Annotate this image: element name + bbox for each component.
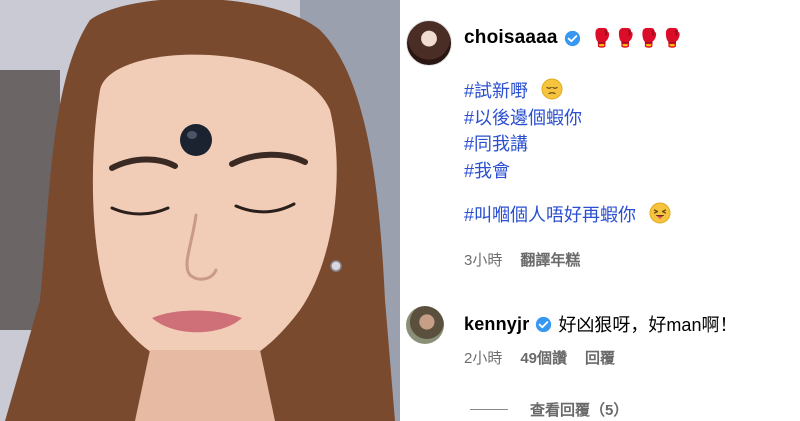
reply-likes[interactable]: 49個讚 xyxy=(520,347,567,368)
pensive-face-emoji-icon xyxy=(541,78,563,100)
view-replies-line xyxy=(470,409,508,410)
boxing-glove-icon: 🥊 xyxy=(590,28,614,48)
author-username[interactable]: choisaaaa xyxy=(464,27,558,49)
caption-line: #以後邊個蝦你 xyxy=(464,105,671,132)
boxing-glove-icon: 🥊 xyxy=(660,28,684,48)
selfie-illustration xyxy=(0,0,400,421)
post-caption: #試新嘢 #以後邊個蝦你 #同我講 #我會 #叫嗰個人唔好再蝦你 xyxy=(464,78,671,229)
verified-badge-icon xyxy=(564,30,580,46)
verified-badge-icon xyxy=(536,316,552,332)
hashtag-link[interactable]: #同我講 xyxy=(464,134,528,154)
translate-button[interactable]: 翻譯年糕 xyxy=(520,249,580,270)
reply-text: 好凶狠呀，好man啊！ xyxy=(558,315,738,335)
post-meta: 3小時 翻譯年糕 xyxy=(464,249,580,270)
reply-username[interactable]: kennyjr xyxy=(464,314,529,335)
hashtag-link[interactable]: #我會 xyxy=(464,161,510,181)
comments-panel: choisaaaa 🥊 🥊 🥊 🥊 #試新嘢 #以後邊個蝦你 #同我講 #我會 xyxy=(400,0,800,421)
boxing-gloves: 🥊 🥊 🥊 🥊 xyxy=(591,29,684,47)
view-replies-button[interactable]: 查看回覆（5） xyxy=(470,399,628,420)
boxing-glove-icon: 🥊 xyxy=(637,28,660,48)
post-time: 3小時 xyxy=(464,252,503,269)
reply-time: 2小時 xyxy=(464,350,503,367)
author-avatar[interactable] xyxy=(406,20,452,66)
view-replies-label: 查看回覆（5） xyxy=(530,402,629,419)
caption-line: #試新嘢 xyxy=(464,78,671,105)
reply-comment: kennyjr 好凶狠呀，好man啊！ xyxy=(464,311,737,337)
caption-line: #同我講 xyxy=(464,131,671,158)
hashtag-link[interactable]: #叫嗰個人唔好再蝦你 xyxy=(464,205,636,225)
hashtag-link[interactable]: #試新嘢 xyxy=(464,81,528,101)
winking-tongue-face-emoji-icon xyxy=(649,202,671,224)
reply-meta: 2小時 49個讚 回覆 xyxy=(464,347,615,368)
caption-line: #叫嗰個人唔好再蝦你 xyxy=(464,202,671,229)
boxing-glove-icon: 🥊 xyxy=(614,28,637,48)
reply-button[interactable]: 回覆 xyxy=(585,347,615,368)
hashtag-link[interactable]: #以後邊個蝦你 xyxy=(464,108,582,128)
post-photo xyxy=(0,0,400,421)
reply-avatar[interactable] xyxy=(406,306,444,344)
caption-line: #我會 xyxy=(464,158,671,185)
post-author-row: choisaaaa 🥊 🥊 🥊 🥊 xyxy=(464,27,683,49)
